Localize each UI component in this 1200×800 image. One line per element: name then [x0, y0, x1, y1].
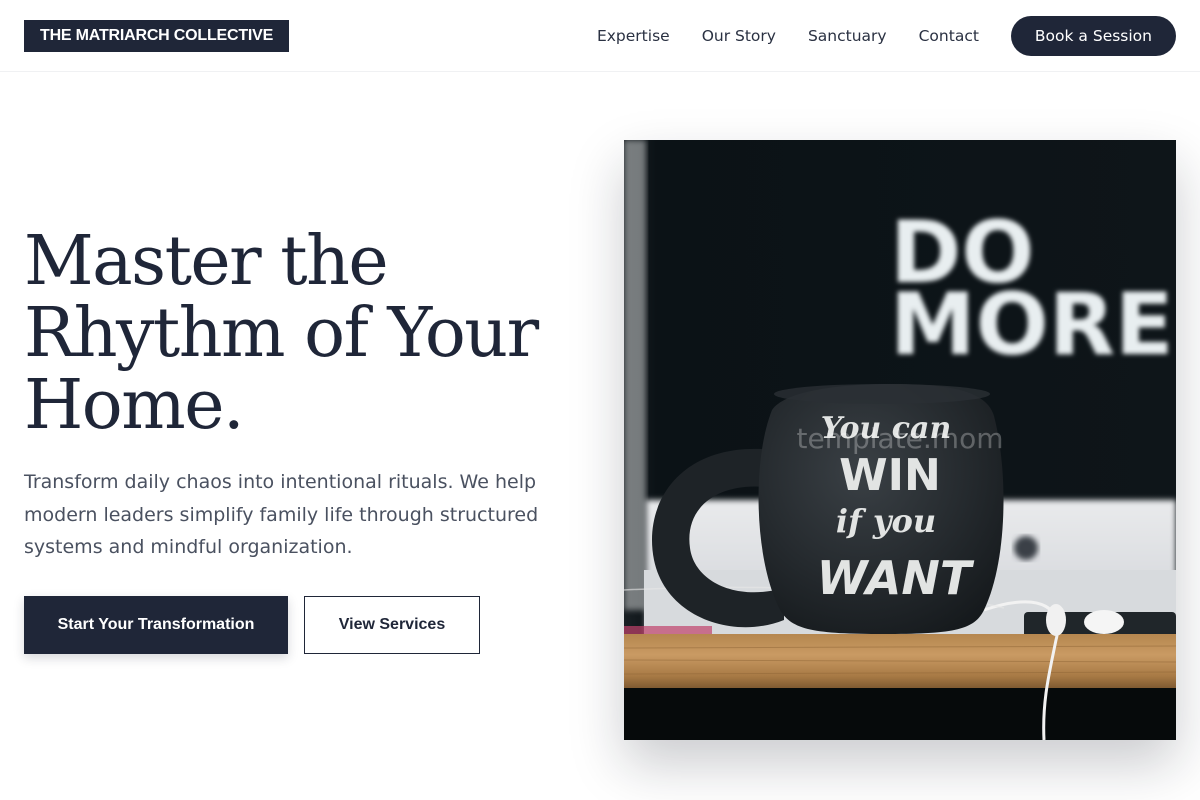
view-services-button[interactable]: View Services: [304, 596, 480, 654]
site-header: THE MATRIARCH COLLECTIVE Expertise Our S…: [0, 0, 1200, 72]
hero-image: DO MORE. You can WIN if you WANT templat…: [624, 140, 1176, 740]
mug-photo-illustration: DO MORE. You can WIN if you WANT: [624, 140, 1176, 740]
start-transformation-button[interactable]: Start Your Transformation: [24, 596, 288, 654]
mug-text-win: WIN: [839, 450, 941, 501]
brand-logo[interactable]: THE MATRIARCH COLLECTIVE: [24, 20, 290, 52]
nav-link-contact[interactable]: Contact: [919, 16, 979, 56]
nav-link-our-story[interactable]: Our Story: [702, 16, 776, 56]
mug-text-you-can: You can: [821, 411, 952, 446]
hero-title: Master the Rhythm of Your Home.: [24, 226, 584, 442]
hero-title-line-2: Rhythm of Your: [24, 294, 539, 373]
mug-text-want: WANT: [817, 551, 975, 605]
hero-title-line-1: Master the: [24, 222, 389, 301]
nav-link-expertise[interactable]: Expertise: [597, 16, 670, 56]
hero-subtitle: Transform daily chaos into intentional r…: [24, 471, 539, 558]
main-nav: Expertise Our Story Sanctuary Contact Bo…: [597, 16, 1176, 56]
hero-title-line-3: Home.: [24, 366, 245, 445]
nav-link-sanctuary[interactable]: Sanctuary: [808, 16, 887, 56]
sign-text-more: MORE.: [890, 275, 1176, 375]
book-session-button[interactable]: Book a Session: [1010, 16, 1176, 56]
mug-text-if-you: if you: [836, 502, 936, 540]
